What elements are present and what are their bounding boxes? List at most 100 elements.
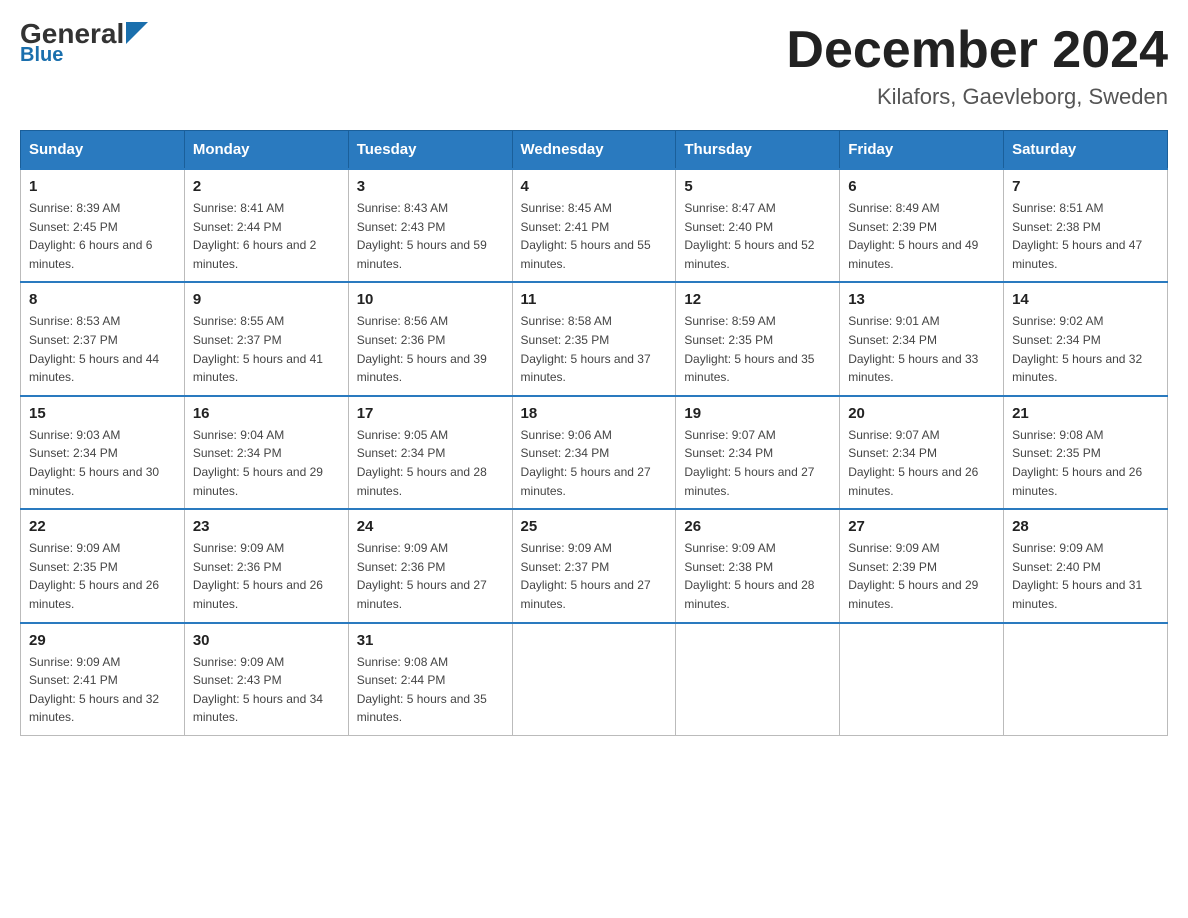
day-number: 16	[193, 405, 340, 422]
logo-triangle-icon	[126, 22, 148, 44]
header-sunday: Sunday	[21, 131, 185, 170]
calendar-week-row: 22 Sunrise: 9:09 AM Sunset: 2:35 PM Dayli…	[21, 509, 1168, 622]
calendar-cell: 10 Sunrise: 8:56 AM Sunset: 2:36 PM Dayli…	[348, 282, 512, 395]
day-info: Sunrise: 9:08 AM Sunset: 2:44 PM Dayligh…	[357, 653, 504, 727]
day-info: Sunrise: 9:08 AM Sunset: 2:35 PM Dayligh…	[1012, 426, 1159, 500]
calendar-week-row: 15Sunrise: 9:03 AM Sunset: 2:34 PM Dayli…	[21, 396, 1168, 509]
calendar-cell: 13Sunrise: 9:01 AM Sunset: 2:34 PM Dayli…	[840, 282, 1004, 395]
day-info: Sunrise: 8:39 AM Sunset: 2:45 PM Dayligh…	[29, 199, 176, 273]
day-info: Sunrise: 8:45 AM Sunset: 2:41 PM Dayligh…	[521, 199, 668, 273]
calendar-cell	[840, 623, 1004, 736]
day-info: Sunrise: 9:07 AM Sunset: 2:34 PM Dayligh…	[684, 426, 831, 500]
day-number: 2	[193, 178, 340, 195]
day-info: Sunrise: 9:09 AM Sunset: 2:43 PM Dayligh…	[193, 653, 340, 727]
page-header: General Blue December 2024 Kilafors, Gae…	[20, 20, 1168, 110]
day-number: 30	[193, 632, 340, 649]
calendar-cell: 22 Sunrise: 9:09 AM Sunset: 2:35 PM Dayli…	[21, 509, 185, 622]
day-number: 19	[684, 405, 831, 422]
day-info: Sunrise: 9:09 AM Sunset: 2:41 PM Dayligh…	[29, 653, 176, 727]
day-number: 11	[521, 291, 668, 308]
day-info: Sunrise: 9:04 AM Sunset: 2:34 PM Dayligh…	[193, 426, 340, 500]
day-number: 22	[29, 518, 176, 535]
day-info: Sunrise: 8:49 AM Sunset: 2:39 PM Dayligh…	[848, 199, 995, 273]
header-wednesday: Wednesday	[512, 131, 676, 170]
calendar-cell: 4 Sunrise: 8:45 AM Sunset: 2:41 PM Daylig…	[512, 169, 676, 282]
header-friday: Friday	[840, 131, 1004, 170]
header-tuesday: Tuesday	[348, 131, 512, 170]
logo-blue: Blue	[20, 44, 63, 67]
day-info: Sunrise: 8:58 AM Sunset: 2:35 PM Dayligh…	[521, 312, 668, 386]
day-info: Sunrise: 9:09 AM Sunset: 2:38 PM Dayligh…	[684, 539, 831, 613]
day-info: Sunrise: 8:59 AM Sunset: 2:35 PM Dayligh…	[684, 312, 831, 386]
calendar-cell: 21Sunrise: 9:08 AM Sunset: 2:35 PM Dayli…	[1004, 396, 1168, 509]
day-number: 23	[193, 518, 340, 535]
day-info: Sunrise: 9:09 AM Sunset: 2:36 PM Dayligh…	[357, 539, 504, 613]
day-number: 4	[521, 178, 668, 195]
calendar-cell: 17 Sunrise: 9:05 AM Sunset: 2:34 PM Dayli…	[348, 396, 512, 509]
day-number: 18	[521, 405, 668, 422]
calendar-cell: 28 Sunrise: 9:09 AM Sunset: 2:40 PM Dayli…	[1004, 509, 1168, 622]
header-monday: Monday	[184, 131, 348, 170]
calendar-cell: 23 Sunrise: 9:09 AM Sunset: 2:36 PM Dayli…	[184, 509, 348, 622]
day-number: 29	[29, 632, 176, 649]
calendar-cell: 27Sunrise: 9:09 AM Sunset: 2:39 PM Dayli…	[840, 509, 1004, 622]
day-number: 5	[684, 178, 831, 195]
day-info: Sunrise: 8:56 AM Sunset: 2:36 PM Dayligh…	[357, 312, 504, 386]
header-saturday: Saturday	[1004, 131, 1168, 170]
calendar-cell	[1004, 623, 1168, 736]
calendar-cell: 14Sunrise: 9:02 AM Sunset: 2:34 PM Dayli…	[1004, 282, 1168, 395]
day-info: Sunrise: 9:07 AM Sunset: 2:34 PM Dayligh…	[848, 426, 995, 500]
day-info: Sunrise: 9:09 AM Sunset: 2:36 PM Dayligh…	[193, 539, 340, 613]
calendar-cell: 12Sunrise: 8:59 AM Sunset: 2:35 PM Dayli…	[676, 282, 840, 395]
day-info: Sunrise: 9:09 AM Sunset: 2:40 PM Dayligh…	[1012, 539, 1159, 613]
day-info: Sunrise: 9:05 AM Sunset: 2:34 PM Dayligh…	[357, 426, 504, 500]
calendar-cell: 3Sunrise: 8:43 AM Sunset: 2:43 PM Daylig…	[348, 169, 512, 282]
day-number: 28	[1012, 518, 1159, 535]
day-info: Sunrise: 9:09 AM Sunset: 2:35 PM Dayligh…	[29, 539, 176, 613]
day-info: Sunrise: 9:06 AM Sunset: 2:34 PM Dayligh…	[521, 426, 668, 500]
day-number: 24	[357, 518, 504, 535]
day-info: Sunrise: 8:47 AM Sunset: 2:40 PM Dayligh…	[684, 199, 831, 273]
calendar-cell: 19 Sunrise: 9:07 AM Sunset: 2:34 PM Dayli…	[676, 396, 840, 509]
calendar-table: SundayMondayTuesdayWednesdayThursdayFrid…	[20, 130, 1168, 736]
calendar-week-row: 8 Sunrise: 8:53 AM Sunset: 2:37 PM Daylig…	[21, 282, 1168, 395]
day-info: Sunrise: 9:02 AM Sunset: 2:34 PM Dayligh…	[1012, 312, 1159, 386]
day-number: 7	[1012, 178, 1159, 195]
calendar-cell: 6 Sunrise: 8:49 AM Sunset: 2:39 PM Daylig…	[840, 169, 1004, 282]
location: Kilafors, Gaevleborg, Sweden	[786, 84, 1168, 110]
calendar-cell: 29 Sunrise: 9:09 AM Sunset: 2:41 PM Dayli…	[21, 623, 185, 736]
day-info: Sunrise: 8:53 AM Sunset: 2:37 PM Dayligh…	[29, 312, 176, 386]
day-number: 8	[29, 291, 176, 308]
calendar-cell: 8 Sunrise: 8:53 AM Sunset: 2:37 PM Daylig…	[21, 282, 185, 395]
calendar-week-row: 1Sunrise: 8:39 AM Sunset: 2:45 PM Daylig…	[21, 169, 1168, 282]
day-number: 17	[357, 405, 504, 422]
title-block: December 2024 Kilafors, Gaevleborg, Swed…	[786, 20, 1168, 110]
day-number: 6	[848, 178, 995, 195]
day-info: Sunrise: 9:09 AM Sunset: 2:37 PM Dayligh…	[521, 539, 668, 613]
calendar-cell: 9Sunrise: 8:55 AM Sunset: 2:37 PM Daylig…	[184, 282, 348, 395]
calendar-cell	[512, 623, 676, 736]
calendar-week-row: 29 Sunrise: 9:09 AM Sunset: 2:41 PM Dayli…	[21, 623, 1168, 736]
calendar-cell: 30 Sunrise: 9:09 AM Sunset: 2:43 PM Dayli…	[184, 623, 348, 736]
day-info: Sunrise: 9:03 AM Sunset: 2:34 PM Dayligh…	[29, 426, 176, 500]
day-number: 26	[684, 518, 831, 535]
calendar-cell: 15Sunrise: 9:03 AM Sunset: 2:34 PM Dayli…	[21, 396, 185, 509]
calendar-cell: 20 Sunrise: 9:07 AM Sunset: 2:34 PM Dayli…	[840, 396, 1004, 509]
day-number: 31	[357, 632, 504, 649]
calendar-cell: 26 Sunrise: 9:09 AM Sunset: 2:38 PM Dayli…	[676, 509, 840, 622]
calendar-cell: 7Sunrise: 8:51 AM Sunset: 2:38 PM Daylig…	[1004, 169, 1168, 282]
day-number: 10	[357, 291, 504, 308]
day-info: Sunrise: 8:55 AM Sunset: 2:37 PM Dayligh…	[193, 312, 340, 386]
header-thursday: Thursday	[676, 131, 840, 170]
day-number: 20	[848, 405, 995, 422]
day-info: Sunrise: 9:09 AM Sunset: 2:39 PM Dayligh…	[848, 539, 995, 613]
calendar-cell: 5 Sunrise: 8:47 AM Sunset: 2:40 PM Daylig…	[676, 169, 840, 282]
day-info: Sunrise: 8:43 AM Sunset: 2:43 PM Dayligh…	[357, 199, 504, 273]
month-title: December 2024	[786, 20, 1168, 80]
calendar-cell: 16 Sunrise: 9:04 AM Sunset: 2:34 PM Dayli…	[184, 396, 348, 509]
calendar-header-row: SundayMondayTuesdayWednesdayThursdayFrid…	[21, 131, 1168, 170]
calendar-cell: 1Sunrise: 8:39 AM Sunset: 2:45 PM Daylig…	[21, 169, 185, 282]
calendar-cell: 18 Sunrise: 9:06 AM Sunset: 2:34 PM Dayli…	[512, 396, 676, 509]
calendar-cell: 25Sunrise: 9:09 AM Sunset: 2:37 PM Dayli…	[512, 509, 676, 622]
calendar-cell	[676, 623, 840, 736]
